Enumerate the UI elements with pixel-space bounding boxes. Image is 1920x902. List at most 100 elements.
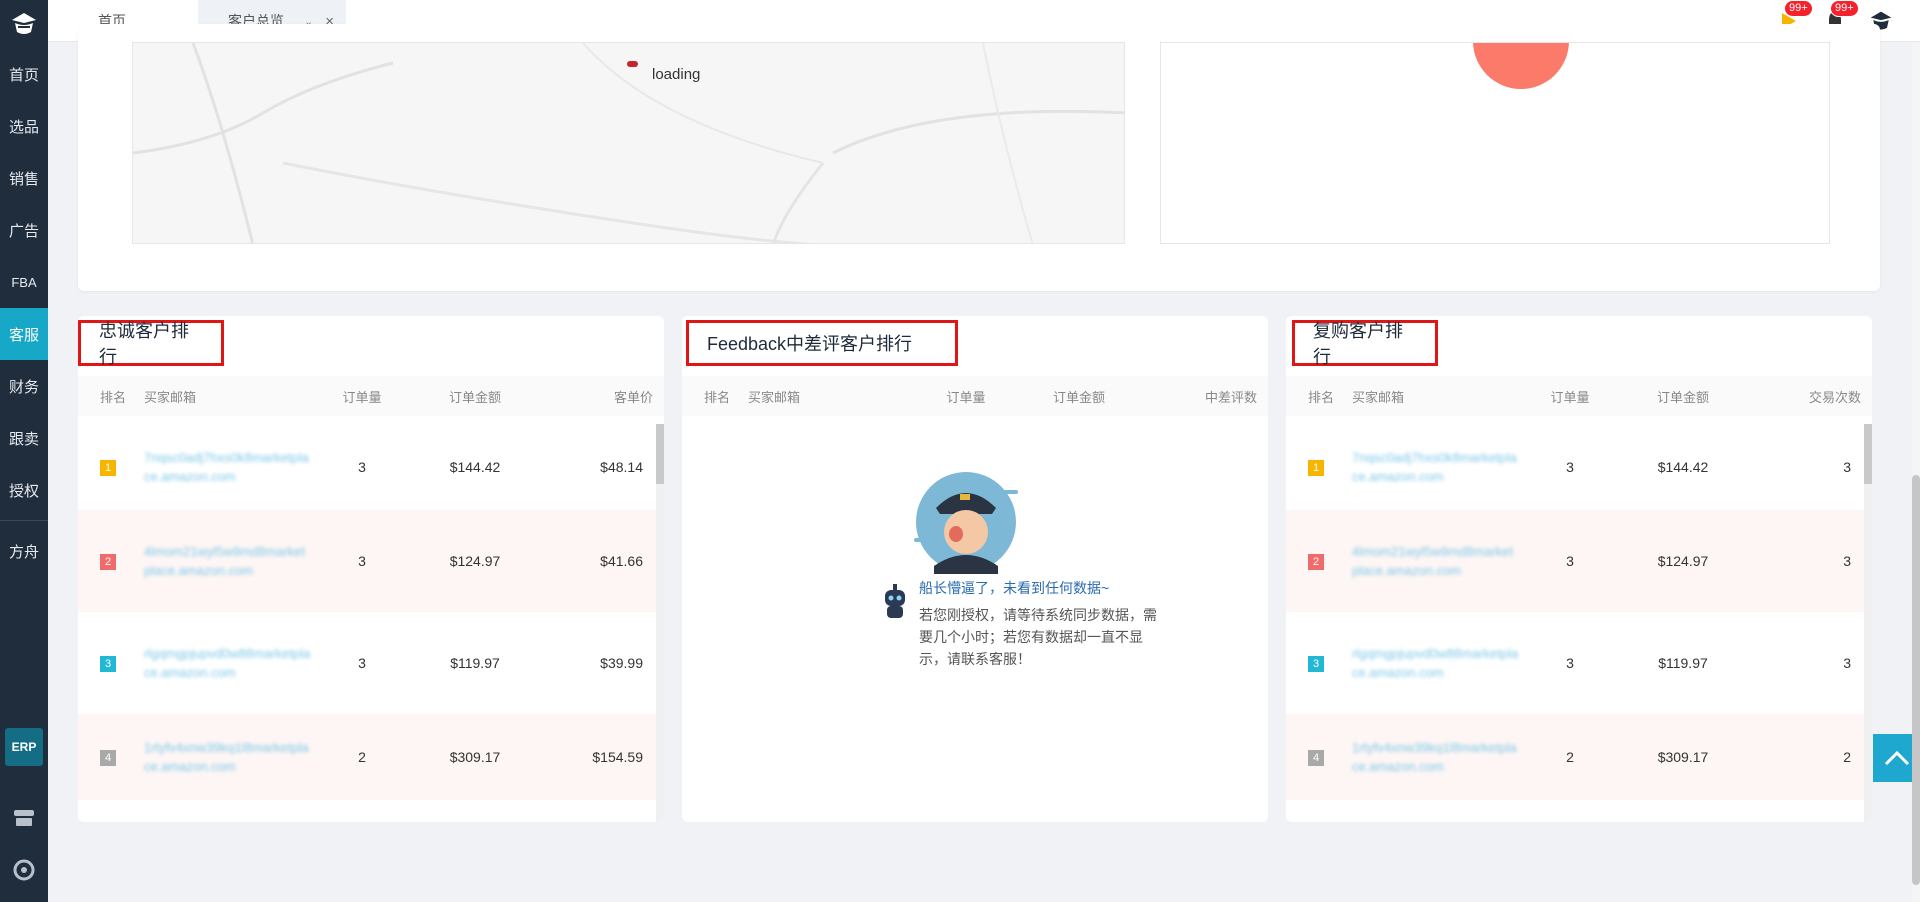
- buyer-email[interactable]: rlgqmgpjupvd0w88marketplace.amazon.com: [132, 644, 312, 682]
- sidebar-item-sales[interactable]: 销售: [0, 152, 48, 204]
- unit-price: $41.66: [600, 553, 643, 569]
- order-amount: $119.97: [450, 655, 500, 671]
- feedback-title: Feedback中差评客户排行: [686, 320, 958, 366]
- col-amount: 订单金额: [1656, 389, 1709, 405]
- map-loading-text: loading: [652, 66, 701, 83]
- order-amount: $119.97: [1658, 655, 1708, 671]
- col-amount: 订单金额: [1052, 389, 1105, 405]
- col-negative-count: 中差评数: [1204, 389, 1257, 405]
- transaction-count: 3: [1843, 553, 1851, 569]
- repurchase-customer-card: 复购客户排行 排名 买家邮箱 订单量 订单金额 交易次数 1 7nqsc0adj…: [1286, 316, 1872, 822]
- rank-badge: 4: [1308, 750, 1324, 766]
- table-row: 1 7nqsc0adj7hxs0k8marketplace.amazon.com…: [78, 424, 664, 510]
- sidebar-divider: [0, 520, 48, 521]
- col-transaction-count: 交易次数: [1808, 389, 1861, 405]
- loyal-customer-card: 忠诚客户排行 排名 买家邮箱 订单量 订单金额 客单价 1 7nqsc0adj7…: [78, 316, 664, 822]
- transaction-count: 3: [1843, 459, 1851, 475]
- order-amount: $124.97: [1657, 553, 1709, 569]
- col-email: 买家邮箱: [1352, 389, 1405, 405]
- captain-logo-icon: [12, 13, 36, 34]
- sidebar-item-follow-sell[interactable]: 跟卖: [0, 412, 48, 464]
- rank-badge: 3: [100, 656, 116, 672]
- chevron-up-icon: [1884, 750, 1909, 766]
- table-row: 3 rlgqmgpjupvd0w88marketplace.amazon.com…: [78, 612, 664, 714]
- transaction-count: 2: [1843, 749, 1851, 765]
- col-rank: 排名: [1308, 389, 1335, 405]
- sidebar-item-customer-service[interactable]: 客服: [0, 308, 48, 360]
- scroll-thumb[interactable]: [1864, 424, 1872, 484]
- unit-price: $154.59: [592, 749, 643, 765]
- loyal-table-body: 1 7nqsc0adj7hxs0k8marketplace.amazon.com…: [78, 424, 664, 822]
- transaction-count: 3: [1843, 655, 1851, 671]
- buyer-email[interactable]: 7nqsc0adj7hxs0k8marketplace.amazon.com: [1340, 448, 1520, 486]
- table-row: 1 7nqsc0adj7hxs0k8marketplace.amazon.com…: [1286, 424, 1872, 510]
- col-rank: 排名: [100, 389, 127, 405]
- rank-badge: 3: [1308, 656, 1324, 672]
- sidebar-item-fba[interactable]: FBA: [0, 256, 48, 308]
- store-icon[interactable]: [12, 806, 36, 830]
- rank-badge: 1: [1308, 460, 1324, 476]
- feedback-customer-card: Feedback中差评客户排行 排名 买家邮箱 订单量 订单金额 中差评数 船长…: [682, 316, 1268, 822]
- buyer-email[interactable]: 1rtyfv4xnw39kq1l8marketplace.amazon.com: [1340, 738, 1520, 776]
- rank-badge: 2: [100, 554, 116, 570]
- pie-chart-area: [1160, 42, 1830, 244]
- feedback-table-header: 排名 买家邮箱 订单量 订单金额 中差评数: [682, 376, 1268, 416]
- support-icon[interactable]: [12, 858, 36, 882]
- erp-button[interactable]: ERP: [5, 728, 43, 766]
- table-row: 2 4lmom21wyl5w9md8marketplace.amazon.com…: [1286, 510, 1872, 612]
- order-count: 3: [358, 553, 366, 569]
- buyer-email[interactable]: 4lmom21wyl5w9md8marketplace.amazon.com: [1340, 542, 1520, 580]
- order-amount: $144.42: [1657, 459, 1709, 475]
- sidebar-item-ark[interactable]: 方舟: [0, 525, 48, 577]
- order-count: 3: [358, 459, 366, 475]
- order-count: 3: [358, 655, 366, 671]
- buyer-email[interactable]: 1rtyfv4xnw39kq1l8marketplace.amazon.com: [132, 738, 312, 776]
- loyal-table-header: 排名 买家邮箱 订单量 订单金额 客单价: [78, 376, 664, 416]
- col-email: 买家邮箱: [748, 389, 801, 405]
- col-email: 买家邮箱: [144, 389, 197, 405]
- sidebar: 首页 选品 销售 广告 FBA 客服 财务 跟卖 授权 方舟 ERP: [0, 0, 48, 902]
- sidebar-item-ads[interactable]: 广告: [0, 204, 48, 256]
- order-count: 3: [1566, 655, 1574, 671]
- buyer-email[interactable]: rlgqmgpjupvd0w88marketplace.amazon.com: [1340, 644, 1520, 682]
- map-card: loading: [78, 24, 1880, 291]
- table-row: 3 rlgqmgpjupvd0w88marketplace.amazon.com…: [1286, 612, 1872, 714]
- rank-badge: 2: [1308, 554, 1324, 570]
- repurchase-scrollbar[interactable]: [1864, 424, 1872, 822]
- col-orders: 订单量: [1550, 389, 1590, 405]
- col-amount: 订单金额: [448, 389, 501, 405]
- scroll-thumb[interactable]: [656, 424, 664, 484]
- sidebar-item-selection[interactable]: 选品: [0, 100, 48, 152]
- sidebar-item-authorization[interactable]: 授权: [0, 464, 48, 516]
- order-amount: $124.97: [449, 553, 501, 569]
- order-amount: $309.17: [1657, 749, 1709, 765]
- col-orders: 订单量: [342, 389, 382, 405]
- table-row: 2 4lmom21wyl5w9md8marketplace.amazon.com…: [78, 510, 664, 612]
- rank-badge: 4: [100, 750, 116, 766]
- repurchase-table-body: 1 7nqsc0adj7hxs0k8marketplace.amazon.com…: [1286, 424, 1872, 822]
- empty-state-description: 若您刚授权，请等待系统同步数据，需要几个小时；若您有数据却一直不显示，请联系客服…: [919, 607, 1157, 667]
- pie-slice[interactable]: [1473, 43, 1569, 89]
- buyer-email[interactable]: 4lmom21wyl5w9md8marketplace.amazon.com: [132, 542, 312, 580]
- order-amount: $309.17: [449, 749, 501, 765]
- empty-state-illustration: [914, 470, 1026, 574]
- map-area[interactable]: loading: [132, 42, 1125, 244]
- sidebar-item-home[interactable]: 首页: [0, 48, 48, 100]
- flag-badge: 99+: [1784, 0, 1813, 17]
- bell-badge: 99+: [1830, 0, 1859, 17]
- rank-badge: 1: [100, 460, 116, 476]
- order-amount: $144.42: [449, 459, 501, 475]
- sidebar-item-finance[interactable]: 财务: [0, 360, 48, 412]
- empty-state-title: 船长懵逼了，未看到任何数据~: [919, 580, 1110, 596]
- order-count: 3: [1566, 459, 1574, 475]
- robot-icon: [880, 584, 910, 620]
- col-unit-price: 客单价: [613, 389, 653, 405]
- loyal-scrollbar[interactable]: [656, 424, 664, 822]
- map-roads-icon: [133, 43, 1124, 243]
- app-logo[interactable]: [0, 0, 48, 48]
- page-scroll-thumb[interactable]: [1912, 475, 1920, 885]
- buyer-email[interactable]: 7nqsc0adj7hxs0k8marketplace.amazon.com: [132, 448, 312, 486]
- map-marker-icon: [627, 61, 638, 67]
- unit-price: $48.14: [600, 459, 643, 475]
- col-rank: 排名: [704, 389, 731, 405]
